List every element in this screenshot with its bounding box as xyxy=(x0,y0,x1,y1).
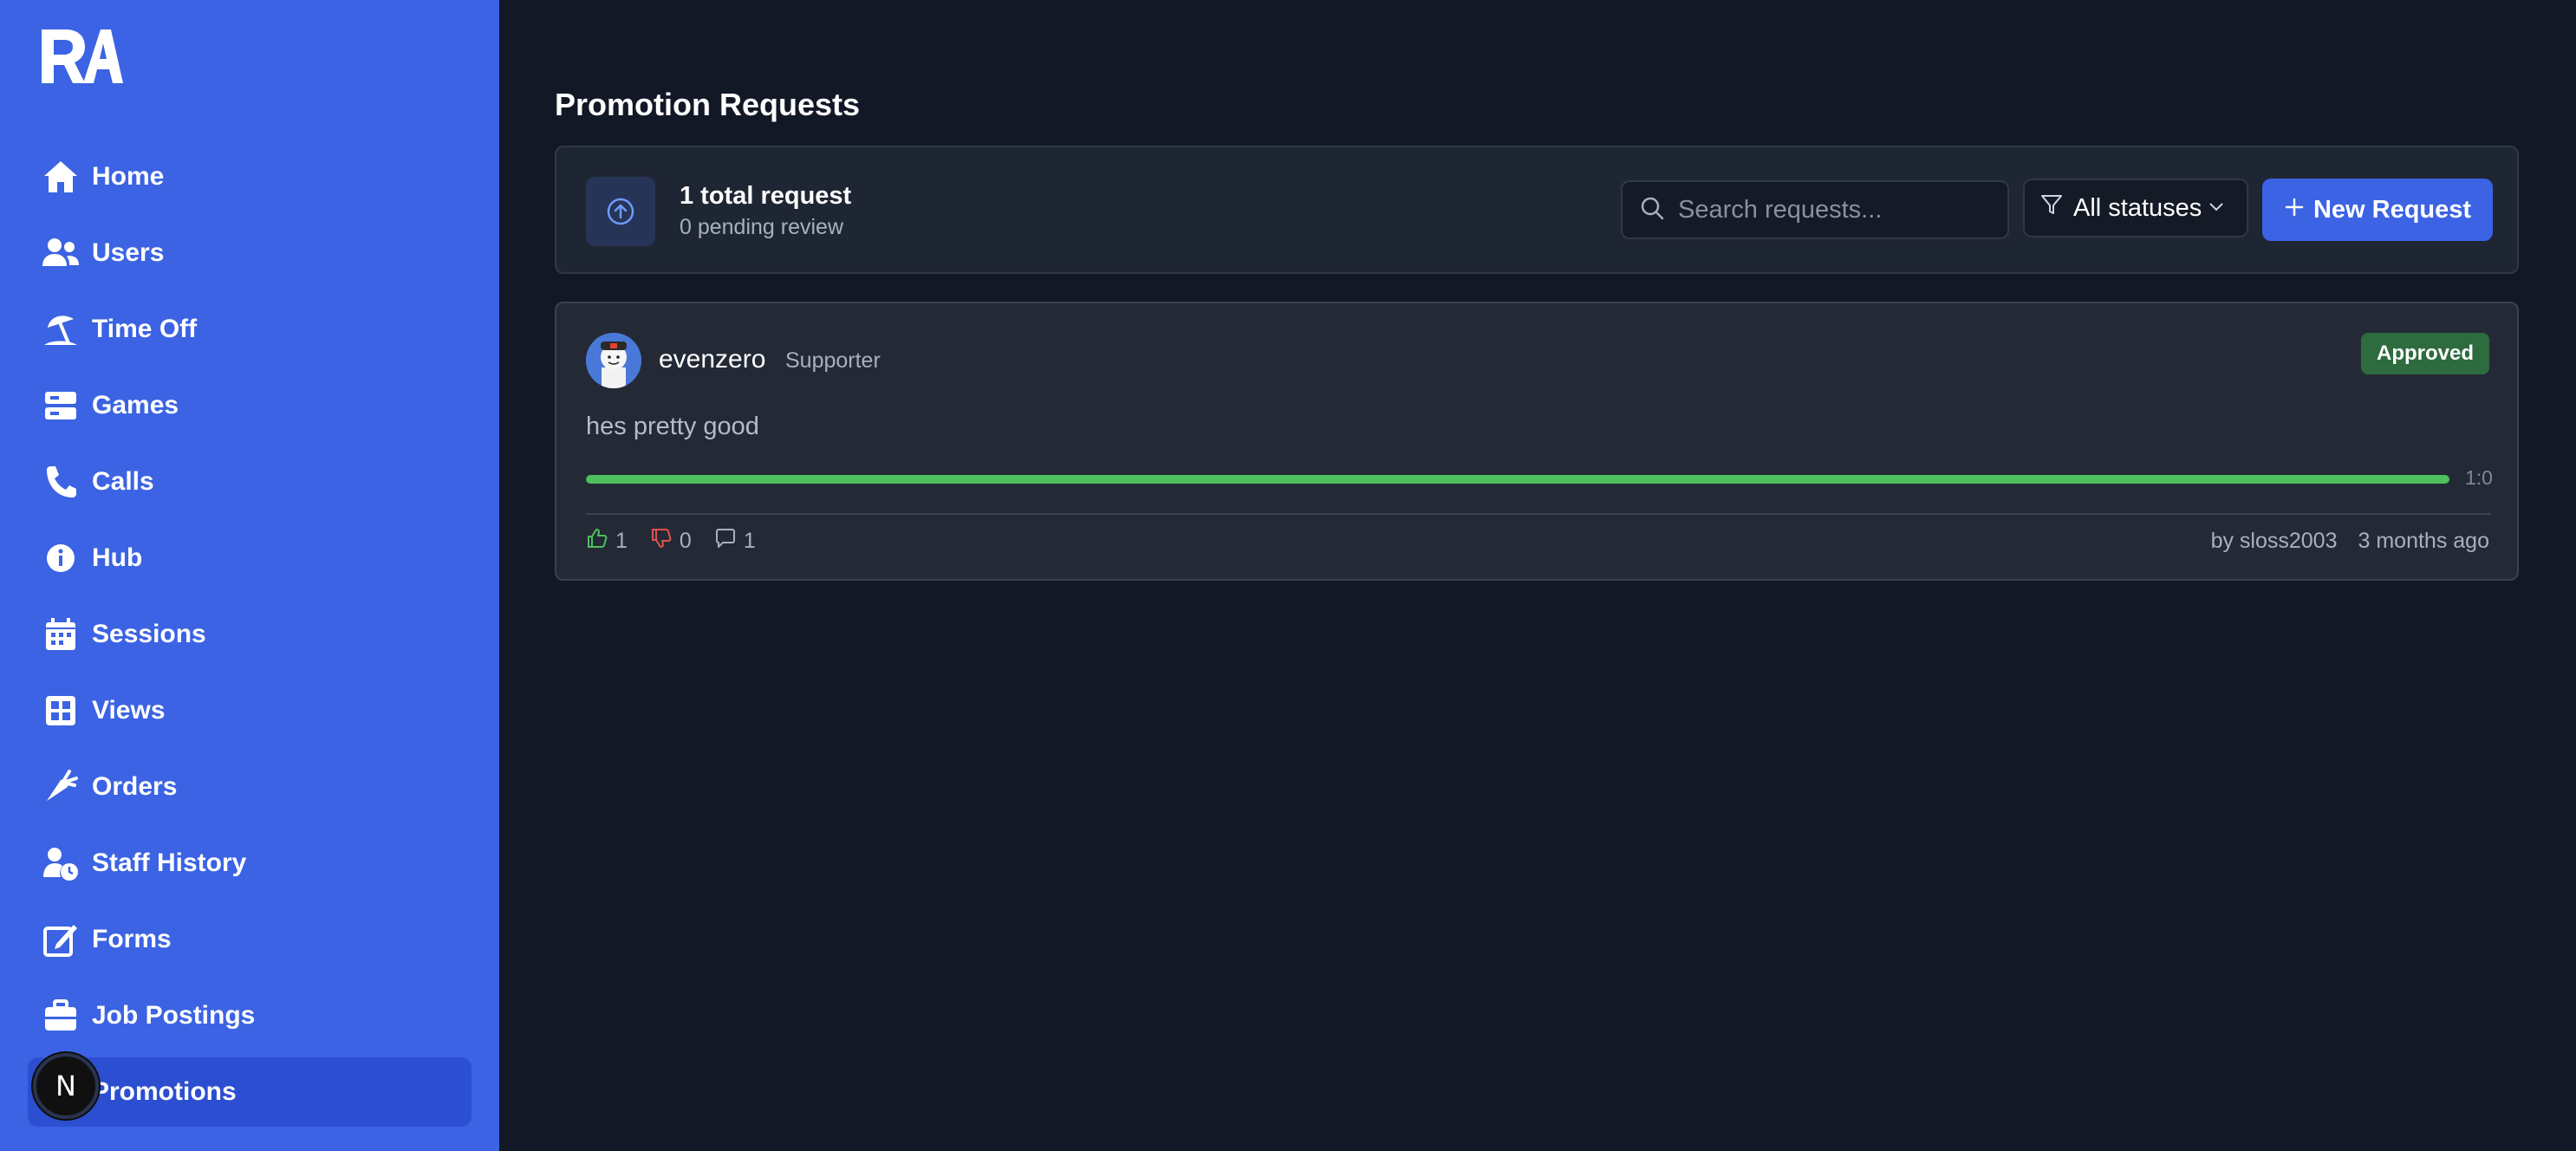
app-logo[interactable] xyxy=(40,26,123,85)
avatar[interactable] xyxy=(586,333,641,388)
vote-actions: 1 0 1 xyxy=(586,522,778,560)
sidebar-item-label: Calls xyxy=(92,467,154,496)
status-filter-select[interactable]: All statuses xyxy=(2023,179,2248,237)
plus-icon xyxy=(2284,196,2305,224)
pending-review: 0 pending review xyxy=(680,215,844,239)
search-input[interactable] xyxy=(1678,195,2007,224)
vote-progress-bar xyxy=(586,475,2449,484)
sidebar-item-label: Sessions xyxy=(92,620,206,648)
sidebar-item-job-postings[interactable]: Job Postings xyxy=(28,981,472,1050)
status-filter-value: All statuses xyxy=(2073,193,2202,222)
summary-bar: 1 total request 0 pending review All sta… xyxy=(555,146,2519,274)
search-box[interactable] xyxy=(1621,180,2009,239)
sidebar-item-calls[interactable]: Calls xyxy=(28,447,472,517)
vote-progress-fill xyxy=(586,475,2449,484)
filter-icon xyxy=(2040,193,2063,223)
request-username[interactable]: evenzero xyxy=(659,345,765,374)
sidebar-item-label: Views xyxy=(92,696,166,725)
request-reason: hes pretty good xyxy=(586,413,759,440)
sidebar-item-label: Hub xyxy=(92,543,143,572)
total-requests: 1 total request xyxy=(680,182,852,210)
sidebar-item-sessions[interactable]: Sessions xyxy=(28,600,472,669)
vote-ratio: 1:0 xyxy=(2465,466,2493,489)
chevron-down-icon xyxy=(2207,194,2226,223)
thumbs-down-icon xyxy=(650,527,673,556)
downvote-button[interactable]: 0 xyxy=(650,527,692,556)
sidebar-item-time-off[interactable]: Time Off xyxy=(28,295,472,364)
briefcase-icon xyxy=(42,997,80,1035)
request-time: 3 months ago xyxy=(2358,528,2490,553)
sidebar-item-forms[interactable]: Forms xyxy=(28,905,472,974)
sidebar-item-label: Home xyxy=(92,162,165,191)
users-icon xyxy=(42,234,80,272)
request-card[interactable]: evenzero Supporter Approved hes pretty g… xyxy=(555,302,2519,581)
sidebar-nav: Home Users Time Off Games Calls Hub Sess… xyxy=(28,142,472,1134)
calendar-icon xyxy=(42,615,80,654)
sidebar-item-label: Job Postings xyxy=(92,1001,256,1030)
dev-tools-badge[interactable]: N xyxy=(33,1053,99,1119)
downvote-count: 0 xyxy=(679,528,692,553)
divider xyxy=(586,513,2491,515)
thumbs-up-icon xyxy=(586,527,608,556)
sidebar-item-label: Users xyxy=(92,238,165,267)
sidebar-item-label: Staff History xyxy=(92,849,247,877)
sidebar-item-label: Games xyxy=(92,391,179,419)
sidebar-item-users[interactable]: Users xyxy=(28,218,472,288)
arrow-up-circle-icon xyxy=(586,177,655,246)
sidebar-item-staff-history[interactable]: Staff History xyxy=(28,829,472,898)
new-request-button[interactable]: New Request xyxy=(2262,179,2493,241)
grid-icon xyxy=(42,692,80,730)
phone-icon xyxy=(42,463,80,501)
home-icon xyxy=(42,158,80,196)
sidebar-item-label: Promotions xyxy=(92,1077,237,1106)
upvote-count: 1 xyxy=(615,528,628,553)
request-role: Supporter xyxy=(785,348,881,373)
request-author: by sloss2003 xyxy=(2210,528,2338,553)
sidebar-item-views[interactable]: Views xyxy=(28,676,472,745)
comment-icon xyxy=(714,527,737,556)
server-icon xyxy=(42,387,80,425)
request-meta: by sloss2003 3 months ago xyxy=(2211,522,2489,560)
main-content: Promotion Requests 1 total request 0 pen… xyxy=(499,0,2576,1151)
info-icon xyxy=(42,539,80,577)
sidebar: Home Users Time Off Games Calls Hub Sess… xyxy=(0,0,499,1151)
badge-letter: N xyxy=(55,1070,76,1102)
sidebar-item-orders[interactable]: Orders xyxy=(28,752,472,822)
sidebar-item-label: Forms xyxy=(92,925,172,953)
upvote-button[interactable]: 1 xyxy=(586,527,628,556)
sidebar-item-home[interactable]: Home xyxy=(28,142,472,211)
new-request-label: New Request xyxy=(2313,195,2472,224)
comment-count: 1 xyxy=(743,528,756,553)
sidebar-item-label: Time Off xyxy=(92,315,198,343)
sidebar-item-hub[interactable]: Hub xyxy=(28,523,472,593)
sidebar-item-label: Orders xyxy=(92,772,178,801)
carrot-icon xyxy=(42,768,80,806)
edit-icon xyxy=(42,920,80,959)
sidebar-item-games[interactable]: Games xyxy=(28,371,472,440)
comments-button[interactable]: 1 xyxy=(714,527,756,556)
page-title: Promotion Requests xyxy=(555,87,861,122)
user-clock-icon xyxy=(42,844,80,882)
status-badge: Approved xyxy=(2360,333,2489,374)
umbrella-beach-icon xyxy=(42,310,80,348)
search-icon xyxy=(1640,196,1664,224)
